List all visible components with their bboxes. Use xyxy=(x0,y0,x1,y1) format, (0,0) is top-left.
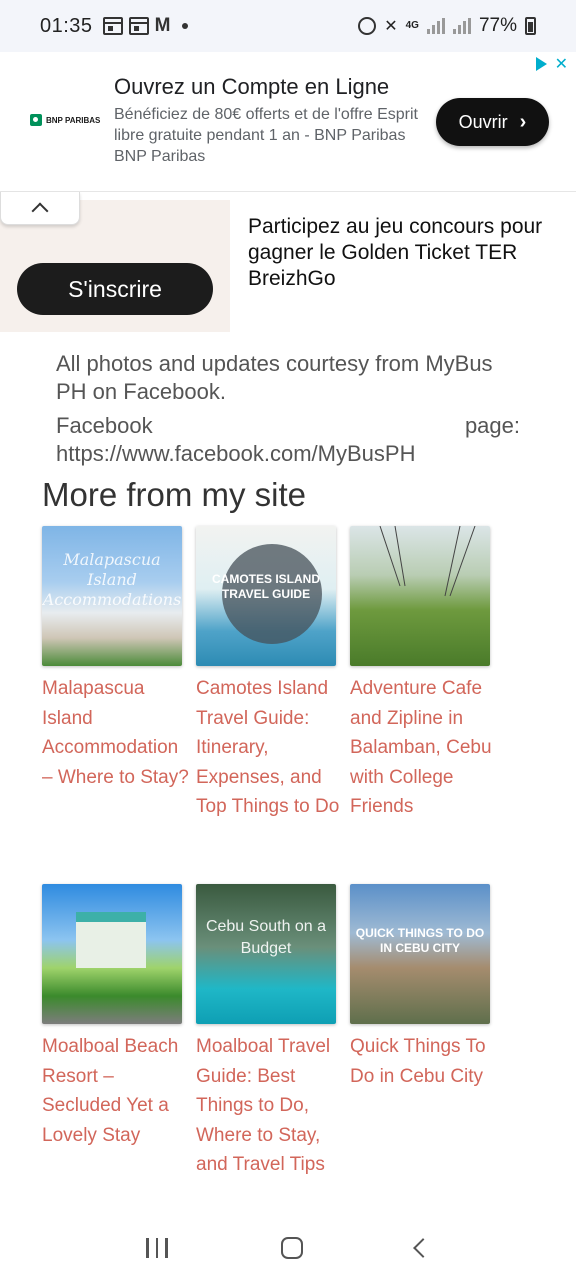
facebook-label: Facebook xyxy=(56,413,153,438)
signal-icon xyxy=(426,18,445,34)
page-label: page: xyxy=(464,413,520,438)
ad-cta-button[interactable]: Ouvrir › xyxy=(436,98,549,146)
related-card[interactable]: Adventure Cafe and Zipline in Balamban, … xyxy=(350,526,492,822)
network-type-icon: 4G xyxy=(405,20,419,31)
recent-apps-button[interactable] xyxy=(146,1238,168,1258)
thumbnail-caption: QUICK THINGS TO DO IN CEBU CITY xyxy=(355,926,485,955)
ad-choices[interactable]: ✕ xyxy=(535,54,568,74)
battery-percent: 77% xyxy=(478,15,517,36)
related-card[interactable]: Cebu South on a Budget Moalboal Travel G… xyxy=(196,884,336,1180)
related-title-link[interactable]: Malapascua Island Accommodation – Where … xyxy=(42,674,192,792)
status-time: 01:35 xyxy=(40,14,93,37)
related-title-link[interactable]: Adventure Cafe and Zipline in Balamban, … xyxy=(350,674,500,822)
system-nav-bar xyxy=(0,1216,576,1280)
more-notifications-icon xyxy=(182,23,189,29)
related-row: Malapascua Island Accommodations Malapas… xyxy=(42,526,502,822)
related-card[interactable]: Moalboal Beach Resort – Secluded Yet a L… xyxy=(42,884,182,1180)
screen: 01:35 M ✕ 4G 77% BNP PARIBAS Ouvrez un C… xyxy=(0,0,576,1280)
calendar-icon xyxy=(128,17,149,35)
related-title-link[interactable]: Camotes Island Travel Guide: Itinerary, … xyxy=(196,674,346,822)
adchoices-icon[interactable] xyxy=(535,57,547,71)
system-icons: ✕ 4G 77% xyxy=(358,15,536,37)
collapse-ad-button[interactable] xyxy=(0,192,80,225)
alarm-icon xyxy=(358,17,377,35)
related-thumbnail[interactable]: QUICK THINGS TO DO IN CEBU CITY xyxy=(350,884,490,1024)
related-title-link[interactable]: Moalboal Travel Guide: Best Things to Do… xyxy=(196,1032,346,1180)
related-thumbnail[interactable]: Cebu South on a Budget xyxy=(196,884,336,1024)
related-thumbnail[interactable] xyxy=(350,526,490,666)
chevron-right-icon: › xyxy=(519,110,527,133)
ad-body: Bénéficiez de 80€ offerts et de l'offre … xyxy=(114,106,418,165)
advertiser-logo: BNP PARIBAS xyxy=(30,114,100,126)
related-title-link[interactable]: Quick Things To Do in Cebu City xyxy=(350,1032,500,1091)
signal-icon xyxy=(452,18,471,34)
gmail-icon: M xyxy=(154,15,171,36)
ad-banner[interactable]: BNP PARIBAS Ouvrez un Compte en Ligne Bé… xyxy=(0,52,576,192)
related-thumbnail[interactable]: CAMOTES ISLAND TRAVEL GUIDE xyxy=(196,526,336,666)
thumbnail-caption: Malapascua Island Accommodations xyxy=(42,550,182,609)
related-card[interactable]: QUICK THINGS TO DO IN CEBU CITY Quick Th… xyxy=(350,884,490,1180)
close-ad-icon[interactable]: ✕ xyxy=(555,54,568,74)
home-button[interactable] xyxy=(280,1237,303,1259)
advertiser-name: BNP PARIBAS xyxy=(46,115,101,125)
status-bar: 01:35 M ✕ 4G 77% xyxy=(0,0,576,52)
promo-banner: S'inscrire Participez au jeu concours po… xyxy=(0,192,576,332)
ad-cta-label: Ouvrir xyxy=(458,111,508,132)
zipline-lines xyxy=(379,526,476,597)
facebook-page-info: Facebook page: https://www.facebook.com/… xyxy=(56,412,520,468)
related-card[interactable]: CAMOTES ISLAND TRAVEL GUIDE Camotes Isla… xyxy=(196,526,339,822)
related-thumbnail[interactable] xyxy=(42,884,182,1024)
chevron-up-icon xyxy=(31,202,49,220)
notification-icons: M xyxy=(102,15,189,36)
thumbnail-building xyxy=(76,912,146,968)
calendar-icon xyxy=(102,17,123,35)
thumbnail-caption: Cebu South on a Budget xyxy=(205,918,327,957)
related-row: Moalboal Beach Resort – Secluded Yet a L… xyxy=(42,884,502,1180)
related-heading: More from my site xyxy=(42,476,307,513)
related-card[interactable]: Malapascua Island Accommodations Malapas… xyxy=(42,526,189,822)
facebook-url[interactable]: https://www.facebook.com/MyBusPH xyxy=(56,440,520,468)
thumbnail-caption: CAMOTES ISLAND TRAVEL GUIDE xyxy=(212,572,320,601)
battery-icon xyxy=(525,17,536,35)
related-thumbnail[interactable]: Malapascua Island Accommodations xyxy=(42,526,182,666)
signup-button[interactable]: S'inscrire xyxy=(17,263,213,315)
credit-text: All photos and updates courtesy from MyB… xyxy=(56,351,493,404)
back-button[interactable] xyxy=(412,1238,433,1258)
bnp-logo-icon xyxy=(30,114,42,126)
ad-title[interactable]: Ouvrez un Compte en Ligne xyxy=(114,74,389,100)
promo-text[interactable]: Participez au jeu concours pour gagner l… xyxy=(248,214,558,292)
related-title-link[interactable]: Moalboal Beach Resort – Secluded Yet a L… xyxy=(42,1032,192,1150)
mute-icon: ✕ xyxy=(384,18,398,35)
